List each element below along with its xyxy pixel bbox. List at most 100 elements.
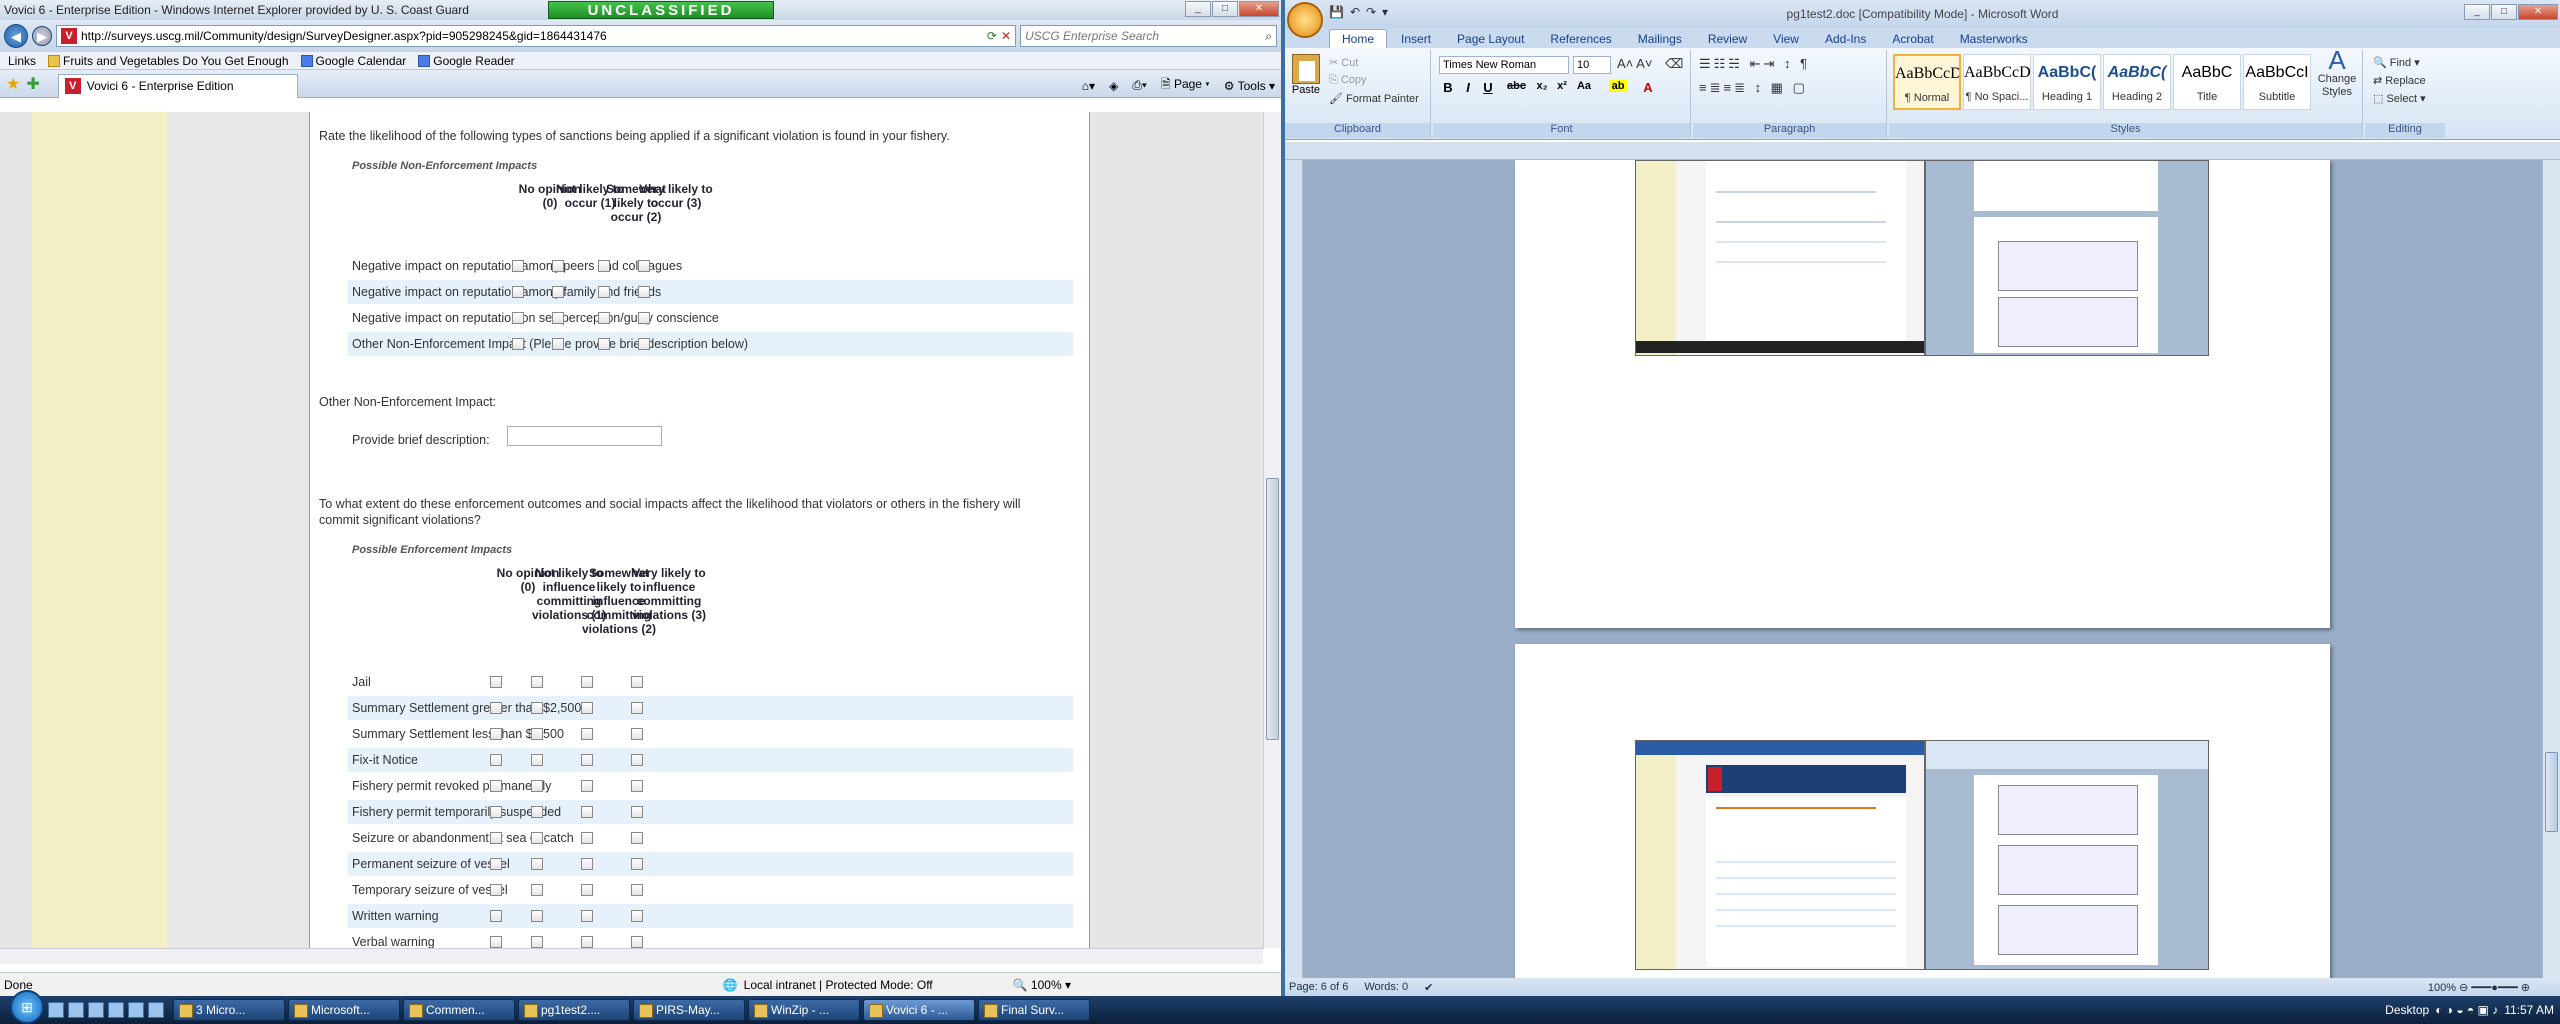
- word-scroll-thumb[interactable]: [2545, 752, 2558, 832]
- quicklaunch-icon[interactable]: [148, 1002, 164, 1018]
- rating-checkbox[interactable]: [552, 286, 564, 298]
- scroll-thumb[interactable]: [1266, 478, 1279, 740]
- rating-checkbox[interactable]: [552, 312, 564, 324]
- ribbon-tab-insert[interactable]: Insert: [1389, 30, 1443, 48]
- change-case-button[interactable]: Aa: [1575, 80, 1593, 92]
- rating-checkbox[interactable]: [638, 312, 650, 324]
- tab-vovici[interactable]: V Vovici 6 - Enterprise Edition: [57, 73, 298, 98]
- subscript-button[interactable]: x₂: [1533, 80, 1551, 92]
- minimize-button[interactable]: _: [1185, 1, 1211, 17]
- embedded-screenshot[interactable]: [1925, 740, 2209, 970]
- taskbar-item[interactable]: Commen...: [403, 999, 515, 1021]
- favorites-star-icon[interactable]: ★: [6, 74, 20, 94]
- rating-checkbox[interactable]: [531, 832, 543, 844]
- rating-checkbox[interactable]: [552, 338, 564, 350]
- ribbon-tab-review[interactable]: Review: [1696, 30, 1759, 48]
- rating-checkbox[interactable]: [531, 910, 543, 922]
- rating-checkbox[interactable]: [581, 780, 593, 792]
- rating-checkbox[interactable]: [531, 676, 543, 688]
- font-color-button[interactable]: A: [1639, 80, 1657, 95]
- format-painter-button[interactable]: 🖌 Format Painter: [1329, 92, 1419, 105]
- rating-checkbox[interactable]: [581, 832, 593, 844]
- rating-checkbox[interactable]: [531, 728, 543, 740]
- ribbon-tab-page-layout[interactable]: Page Layout: [1445, 30, 1536, 48]
- document-page-6[interactable]: [1515, 644, 2330, 996]
- rating-checkbox[interactable]: [531, 858, 543, 870]
- search-icon[interactable]: ⌕: [1265, 26, 1272, 46]
- proofing-icon[interactable]: ✔: [1424, 981, 1433, 994]
- highlight-button[interactable]: ab: [1609, 80, 1627, 92]
- rating-checkbox[interactable]: [490, 858, 502, 870]
- strikethrough-button[interactable]: abc: [1507, 80, 1526, 92]
- print-icon[interactable]: ⎙▾: [1132, 78, 1147, 93]
- home-icon[interactable]: ⌂▾: [1082, 79, 1095, 93]
- quick-access-toolbar[interactable]: 💾↶↷▾: [1329, 5, 1394, 19]
- word-titlebar[interactable]: 💾↶↷▾ pg1test2.doc [Compatibility Mode] -…: [1285, 0, 2560, 28]
- copy-button[interactable]: ⎘ Copy: [1329, 74, 1367, 87]
- link-google-calendar[interactable]: Google Calendar: [300, 54, 406, 68]
- rating-checkbox[interactable]: [638, 286, 650, 298]
- rating-checkbox[interactable]: [598, 286, 610, 298]
- tools-menu[interactable]: ⚙ Tools ▾: [1224, 79, 1275, 93]
- rating-checkbox[interactable]: [531, 780, 543, 792]
- quicklaunch-icon[interactable]: [48, 1002, 64, 1018]
- rating-checkbox[interactable]: [490, 936, 502, 948]
- rating-checkbox[interactable]: [581, 806, 593, 818]
- rating-checkbox[interactable]: [512, 286, 524, 298]
- rating-checkbox[interactable]: [631, 754, 643, 766]
- horizontal-ruler[interactable]: [1285, 142, 2560, 160]
- style-gallery-item[interactable]: AaBbCcI Subtitle: [2243, 54, 2311, 110]
- quicklaunch-icon[interactable]: [68, 1002, 84, 1018]
- rating-checkbox[interactable]: [490, 832, 502, 844]
- rating-checkbox[interactable]: [631, 780, 643, 792]
- rating-checkbox[interactable]: [531, 936, 543, 948]
- back-button[interactable]: ◀: [4, 24, 28, 48]
- underline-button[interactable]: U: [1479, 80, 1497, 95]
- rating-checkbox[interactable]: [490, 728, 502, 740]
- ribbon-tab-home[interactable]: Home: [1329, 29, 1388, 48]
- word-zoom[interactable]: 100% ⊖ ━━━●━━━ ⊕: [2428, 981, 2560, 994]
- page-menu[interactable]: 🗎 Page ▾: [1161, 75, 1210, 96]
- ribbon-tab-view[interactable]: View: [1761, 30, 1811, 48]
- link-fruits[interactable]: Fruits and Vegetables Do You Get Enough: [48, 54, 289, 68]
- refresh-icon[interactable]: ⟳: [987, 26, 997, 46]
- rating-checkbox[interactable]: [631, 884, 643, 896]
- ribbon-tab-acrobat[interactable]: Acrobat: [1880, 30, 1945, 48]
- rating-checkbox[interactable]: [581, 676, 593, 688]
- rating-checkbox[interactable]: [631, 676, 643, 688]
- rating-checkbox[interactable]: [631, 910, 643, 922]
- taskbar-item[interactable]: 3 Micro...: [173, 999, 285, 1021]
- zoom-level[interactable]: 🔍 100% ▾: [1013, 978, 1071, 992]
- rating-checkbox[interactable]: [490, 754, 502, 766]
- link-google-reader[interactable]: Google Reader: [418, 54, 515, 68]
- horizontal-scrollbar[interactable]: [0, 948, 1263, 964]
- clear-format-icon[interactable]: ⌫: [1665, 56, 1683, 72]
- rating-checkbox[interactable]: [581, 702, 593, 714]
- rating-checkbox[interactable]: [638, 260, 650, 272]
- rating-checkbox[interactable]: [531, 884, 543, 896]
- find-button[interactable]: 🔍 Find ▾: [2373, 56, 2420, 69]
- list-icons[interactable]: ☰☷☵ ⇤⇥ ↕ ¶: [1699, 56, 1810, 72]
- minimize-button[interactable]: _: [2464, 4, 2490, 20]
- font-name-select[interactable]: Times New Roman: [1439, 56, 1569, 74]
- quicklaunch-icon[interactable]: [128, 1002, 144, 1018]
- replace-button[interactable]: ⇄ Replace: [2373, 74, 2426, 87]
- embedded-screenshot[interactable]: [1635, 160, 1925, 356]
- rating-checkbox[interactable]: [512, 312, 524, 324]
- ribbon-tab-mailings[interactable]: Mailings: [1626, 30, 1694, 48]
- taskbar-item[interactable]: Vovici 6 - ...: [863, 999, 975, 1021]
- close-button[interactable]: ✕: [1239, 1, 1279, 17]
- rating-checkbox[interactable]: [512, 338, 524, 350]
- ribbon-tab-references[interactable]: References: [1538, 30, 1623, 48]
- rating-checkbox[interactable]: [581, 884, 593, 896]
- taskbar-item[interactable]: WinZip - ...: [748, 999, 860, 1021]
- word-count[interactable]: Words: 0: [1364, 981, 1408, 993]
- rating-checkbox[interactable]: [598, 260, 610, 272]
- rating-checkbox[interactable]: [581, 728, 593, 740]
- taskbar-item[interactable]: Microsoft...: [288, 999, 400, 1021]
- search-input[interactable]: USCG Enterprise Search ⌕: [1020, 25, 1277, 47]
- italic-button[interactable]: I: [1459, 80, 1477, 95]
- rating-checkbox[interactable]: [631, 806, 643, 818]
- clock[interactable]: 11:57 AM: [2504, 1003, 2554, 1017]
- style-gallery-item[interactable]: AaBbCcDc ¶ Normal: [1893, 54, 1961, 110]
